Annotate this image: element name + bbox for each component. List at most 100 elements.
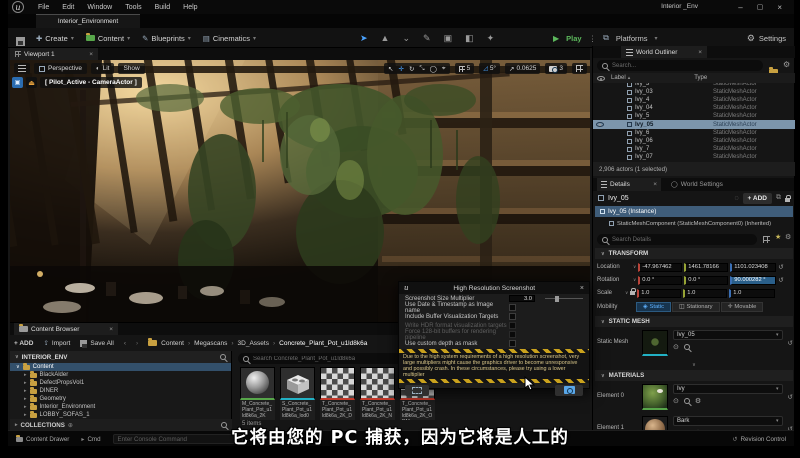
scale-lock-icon[interactable] bbox=[630, 291, 635, 295]
find-icon[interactable] bbox=[684, 344, 690, 350]
menu-build[interactable]: Build bbox=[155, 4, 171, 11]
asset-tab-interior-environment[interactable]: Interior_Environment bbox=[36, 14, 140, 28]
nav-back-icon[interactable]: ‹ bbox=[124, 340, 126, 347]
eye-icon[interactable] bbox=[596, 122, 604, 127]
chevron-down-icon[interactable]: ∨ bbox=[633, 264, 636, 270]
multiplier-slider-handle[interactable] bbox=[555, 296, 559, 302]
details-settings-icon[interactable]: ⚙ bbox=[785, 233, 791, 241]
platforms-icon[interactable]: ⧉ bbox=[603, 33, 609, 43]
lit-button[interactable]: ◐Lit bbox=[91, 63, 115, 74]
maximize-viewport-button[interactable] bbox=[572, 63, 587, 74]
details-search-input[interactable]: Search Details bbox=[597, 234, 757, 245]
outliner-row[interactable]: Ivy_07StaticMeshActor bbox=[593, 153, 795, 161]
location-y-field[interactable]: 1461.78166 bbox=[684, 263, 728, 272]
transform-section-header[interactable]: ∨TRANSFORM bbox=[595, 248, 793, 259]
buffer-checkbox[interactable] bbox=[509, 313, 516, 320]
breadcrumb-content[interactable]: Content bbox=[161, 340, 184, 347]
menu-tools[interactable]: Tools bbox=[125, 4, 141, 11]
camera-speed-button[interactable]: ↗0.0625 bbox=[505, 63, 540, 74]
select-tool-icon[interactable]: ↖ bbox=[388, 65, 393, 73]
display-filter-icon[interactable] bbox=[763, 236, 770, 243]
lock-icon[interactable] bbox=[785, 198, 790, 202]
timestamp-checkbox[interactable] bbox=[509, 304, 516, 311]
world-space-icon[interactable]: ◯ bbox=[430, 65, 437, 73]
close-icon[interactable]: × bbox=[653, 181, 657, 188]
reset-icon[interactable]: ↺ bbox=[778, 276, 783, 284]
outliner-row[interactable]: Ivy_4StaticMeshActor bbox=[593, 96, 795, 104]
rotate-tool-icon[interactable]: ↻ bbox=[409, 65, 414, 73]
world-outliner-tab[interactable]: World Outliner × bbox=[621, 46, 707, 58]
camera-shortcuts-button[interactable]: 3 bbox=[545, 63, 567, 74]
sources-header[interactable]: ∨INTERIOR_ENV bbox=[10, 351, 231, 363]
component-row-staticmesh[interactable]: StaticMeshComponent (StaticMeshComponent… bbox=[595, 218, 793, 229]
mobility-stationary-button[interactable]: ◫Stationary bbox=[672, 302, 720, 312]
scale-x-field[interactable]: 1.0 bbox=[637, 289, 681, 298]
asset-tile-static-mesh[interactable]: S_Concrete_Plant_Pot_u1ld8k6a_lod0 bbox=[280, 367, 315, 420]
asset-tile-texture-d[interactable]: T_Concrete_Plant_Pot_u1ld8k6a_2K_D bbox=[320, 367, 355, 420]
close-icon[interactable]: × bbox=[698, 49, 702, 56]
outliner-search-input[interactable]: Search... bbox=[597, 60, 763, 71]
material-settings-icon[interactable]: ⚙ bbox=[695, 397, 701, 405]
tree-item[interactable]: ▸BlackAlder bbox=[10, 371, 231, 379]
menu-file[interactable]: File bbox=[38, 4, 49, 11]
asset-tile-material[interactable]: M_Concrete_Plant_Pot_u1ld8k6a_2K bbox=[240, 367, 275, 420]
foliage-icon[interactable]: ⌄ bbox=[402, 33, 410, 44]
scale-y-field[interactable]: 1.0 bbox=[683, 289, 727, 298]
find-icon[interactable] bbox=[684, 398, 690, 404]
outliner-row-selected[interactable]: Ivy_05StaticMeshActor bbox=[593, 120, 795, 129]
browse-to-asset-icon[interactable]: ⊙ bbox=[673, 343, 679, 351]
location-z-field[interactable]: 1101.023408 bbox=[730, 263, 776, 272]
tree-item-content[interactable]: ∨Content bbox=[10, 363, 231, 371]
animation-icon[interactable]: ✦ bbox=[487, 33, 495, 44]
surface-snap-icon[interactable]: ⌖ bbox=[442, 65, 446, 73]
scale-z-field[interactable]: 1.0 bbox=[729, 289, 775, 298]
rotation-z-field[interactable]: 90.000282 ° bbox=[730, 276, 776, 285]
outliner-column-header[interactable]: Label ▴ Type bbox=[593, 73, 795, 83]
rotation-snap-button[interactable]: ◿5° bbox=[479, 63, 500, 74]
breadcrumb-3d-assets[interactable]: 3D_Assets bbox=[238, 340, 269, 347]
rotation-y-field[interactable]: 0.0 ° bbox=[684, 276, 728, 285]
material-ivy-dropdown[interactable]: Ivy▾ bbox=[673, 384, 783, 394]
settings-button[interactable]: ⚙ Settings bbox=[747, 28, 786, 48]
component-row-instance[interactable]: Ivy_05 (Instance) bbox=[595, 206, 793, 217]
specify-region-button[interactable] bbox=[405, 385, 429, 396]
menu-edit[interactable]: Edit bbox=[62, 4, 74, 11]
show-button[interactable]: Show bbox=[118, 63, 144, 74]
nav-forward-icon[interactable]: › bbox=[136, 340, 138, 347]
mobility-movable-button[interactable]: ✛Movable bbox=[721, 302, 764, 312]
save-icon[interactable] bbox=[16, 37, 25, 46]
create-button[interactable]: ✚Create▾ bbox=[36, 34, 74, 43]
material-ivy-thumbnail[interactable] bbox=[642, 384, 668, 410]
dialog-title-bar[interactable]: u High Resolution Screenshot × bbox=[399, 282, 589, 294]
close-icon[interactable]: × bbox=[109, 326, 113, 333]
viewport-options-button[interactable] bbox=[14, 63, 30, 74]
camera-preview-icon[interactable]: ▣ bbox=[12, 77, 23, 88]
blueprint-convert-icon[interactable]: ⧉ bbox=[776, 194, 781, 202]
tree-item[interactable]: ▸Interior_Environment bbox=[10, 403, 231, 411]
import-button[interactable]: ⇪Import bbox=[43, 339, 70, 347]
menu-window[interactable]: Window bbox=[87, 4, 112, 11]
close-icon[interactable]: × bbox=[89, 51, 93, 58]
outliner-row[interactable]: Ivy_7StaticMeshActor bbox=[593, 145, 795, 153]
scale-tool-icon[interactable]: ⤡ bbox=[419, 65, 424, 73]
static-mesh-thumbnail[interactable] bbox=[642, 330, 668, 356]
perspective-button[interactable]: Perspective bbox=[34, 63, 87, 74]
location-x-field[interactable]: -47.967462 bbox=[638, 263, 682, 272]
browse-to-asset-icon[interactable]: ⊙ bbox=[673, 397, 679, 405]
viewport-tab[interactable]: Viewport 1 × bbox=[10, 48, 98, 60]
outliner-row[interactable]: Ivy_6StaticMeshActor bbox=[593, 129, 795, 137]
chevron-down-icon[interactable]: ∨ bbox=[625, 290, 628, 296]
landscape-icon[interactable]: ▲ bbox=[381, 33, 390, 43]
multiplier-slider-track[interactable] bbox=[545, 298, 583, 299]
search-icon[interactable] bbox=[220, 354, 226, 360]
multiplier-value-field[interactable]: 3.0 bbox=[509, 295, 535, 302]
mobility-static-button[interactable]: ◈Static bbox=[636, 302, 671, 312]
add-button[interactable]: + ADD bbox=[14, 340, 33, 347]
rotation-x-field[interactable]: 0.0 ° bbox=[638, 276, 682, 285]
breadcrumb-current[interactable]: Concrete_Plant_Pot_u1ld8k6a bbox=[279, 340, 367, 347]
reset-icon[interactable]: ↺ bbox=[778, 263, 783, 271]
outliner-row[interactable]: Ivy_03StaticMeshActor bbox=[593, 88, 795, 96]
fracture-icon[interactable]: ▣ bbox=[444, 33, 453, 44]
close-dialog-icon[interactable]: × bbox=[580, 285, 584, 292]
reset-icon[interactable]: ↺ bbox=[788, 339, 793, 347]
